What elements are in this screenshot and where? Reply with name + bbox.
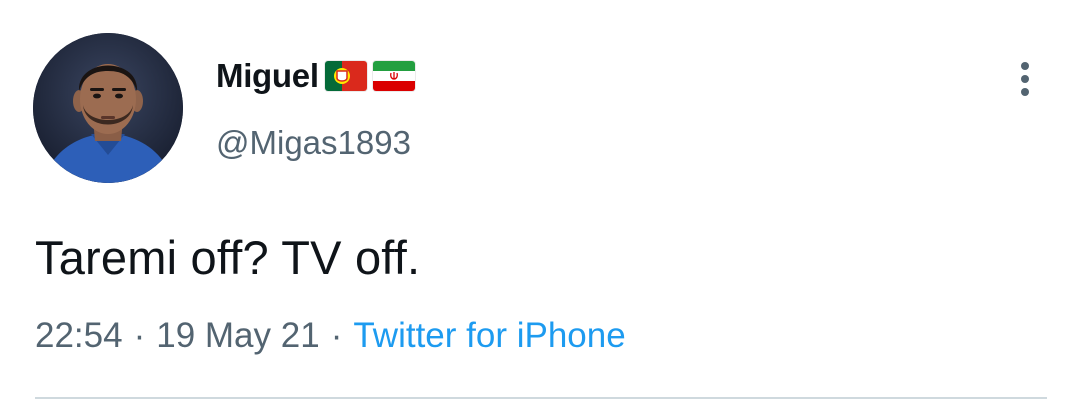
tweet-time[interactable]: 22:54: [35, 316, 123, 355]
tweet-metadata: 22:54 · 19 May 21 · Twitter for iPhone: [35, 316, 626, 356]
avatar[interactable]: [33, 33, 183, 183]
user-handle[interactable]: @Migas1893: [216, 124, 411, 162]
tweet-text: Taremi off? TV off.: [35, 231, 421, 284]
author-name-row[interactable]: Miguel: [216, 54, 415, 98]
tweet-source-link[interactable]: Twitter for iPhone: [353, 316, 625, 355]
divider: [35, 397, 1047, 399]
iran-flag-icon: [372, 61, 415, 91]
portugal-flag-icon: [324, 61, 367, 91]
tweet-date[interactable]: 19 May 21: [156, 316, 319, 355]
meta-separator: ·: [330, 316, 343, 355]
more-options-button[interactable]: [1008, 58, 1042, 100]
display-name[interactable]: Miguel: [216, 57, 319, 95]
vertical-ellipsis-icon: [1021, 62, 1029, 96]
meta-separator: ·: [133, 316, 146, 355]
